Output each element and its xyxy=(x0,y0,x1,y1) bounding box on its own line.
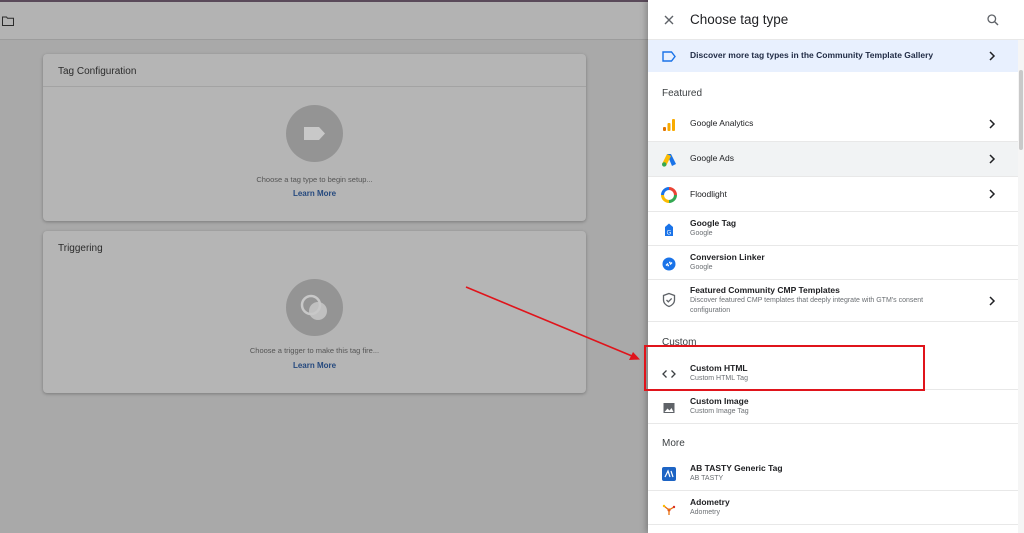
tag-configuration-card[interactable]: Tag Configuration Choose a tag type to b… xyxy=(43,54,586,221)
shield-check-icon xyxy=(662,292,676,308)
custom-html-highlight-box xyxy=(644,345,925,391)
tag-configuration-learn-more-link[interactable]: Learn More xyxy=(43,189,586,198)
svg-text:G: G xyxy=(667,231,672,237)
row-title: AB TASTY Generic Tag xyxy=(690,463,783,473)
panel-title: Choose tag type xyxy=(690,12,789,27)
triggering-hint: Choose a trigger to make this tag fire..… xyxy=(249,346,380,355)
row-subtitle: Adometry xyxy=(690,509,720,516)
panel-scrollbar[interactable] xyxy=(1018,40,1024,533)
row-title: Conversion Linker xyxy=(690,252,765,262)
row-title: Google Ads xyxy=(690,153,734,163)
conversion-linker-icon xyxy=(662,257,676,271)
search-icon[interactable] xyxy=(986,13,1000,27)
tag-type-google-tag[interactable]: G Google Tag Google xyxy=(648,212,1018,246)
tag-type-google-ads[interactable]: Google Ads xyxy=(648,142,1018,177)
tag-type-google-analytics[interactable]: Google Analytics xyxy=(648,107,1018,142)
tag-type-ab-tasty[interactable]: AB TASTY Generic Tag AB TASTY xyxy=(648,457,1018,491)
chevron-right-icon xyxy=(989,51,996,61)
tag-type-conversion-linker[interactable]: Conversion Linker Google xyxy=(648,246,1018,280)
panel-header: Choose tag type xyxy=(648,0,1024,40)
chevron-right-icon xyxy=(989,154,996,164)
row-subtitle: Google xyxy=(690,264,713,271)
row-subtitle: Custom Image Tag xyxy=(690,408,749,415)
google-analytics-icon xyxy=(663,119,675,131)
row-subtitle: Discover featured CMP templates that dee… xyxy=(690,297,924,314)
image-icon xyxy=(663,403,675,413)
triggering-card[interactable]: Triggering Choose a trigger to make this… xyxy=(43,231,586,393)
tag-type-custom-image[interactable]: Custom Image Custom Image Tag xyxy=(648,390,1018,424)
row-title: Custom Image xyxy=(690,396,749,406)
floodlight-icon xyxy=(661,187,677,203)
row-title: Floodlight xyxy=(690,189,727,199)
row-title: Adometry xyxy=(690,497,730,507)
google-ads-icon xyxy=(662,154,676,167)
more-section-label: More xyxy=(662,438,685,449)
tag-configuration-hint: Choose a tag type to begin setup... xyxy=(256,175,373,184)
community-gallery-text: Discover more tag types in the Community… xyxy=(690,50,934,60)
adometry-icon xyxy=(662,504,676,515)
tag-type-featured-cmp-templates[interactable]: Featured Community CMP Templates Discove… xyxy=(648,280,1018,322)
close-icon[interactable] xyxy=(662,13,676,27)
triggering-title: Triggering xyxy=(58,243,103,254)
chevron-right-icon xyxy=(989,119,996,129)
tag-configuration-title: Tag Configuration xyxy=(43,54,586,87)
row-subtitle: AB TASTY xyxy=(690,475,724,482)
scrollbar-thumb[interactable] xyxy=(1019,70,1023,150)
chevron-right-icon xyxy=(989,295,996,306)
tag-type-floodlight[interactable]: Floodlight xyxy=(648,177,1018,212)
row-title: Google Analytics xyxy=(690,118,754,128)
chevron-right-icon xyxy=(989,189,996,199)
ab-tasty-icon xyxy=(662,467,676,481)
google-tag-icon: G xyxy=(665,223,673,237)
choose-tag-type-panel: Choose tag type Discover more tag types … xyxy=(648,0,1024,533)
community-gallery-banner[interactable]: Discover more tag types in the Community… xyxy=(648,40,1018,72)
tag-type-adometry[interactable]: Adometry Adometry xyxy=(648,491,1018,525)
tag-outline-icon xyxy=(662,51,676,62)
row-subtitle: Google xyxy=(690,230,713,237)
row-title: Google Tag xyxy=(690,218,737,228)
triggering-learn-more-link[interactable]: Learn More xyxy=(43,361,586,370)
row-title: Featured Community CMP Templates xyxy=(690,285,840,295)
featured-section-label: Featured xyxy=(662,88,703,99)
tag-type-placeholder-icon[interactable] xyxy=(286,105,343,162)
trigger-placeholder-icon[interactable] xyxy=(286,279,343,336)
folder-icon[interactable] xyxy=(2,16,14,26)
